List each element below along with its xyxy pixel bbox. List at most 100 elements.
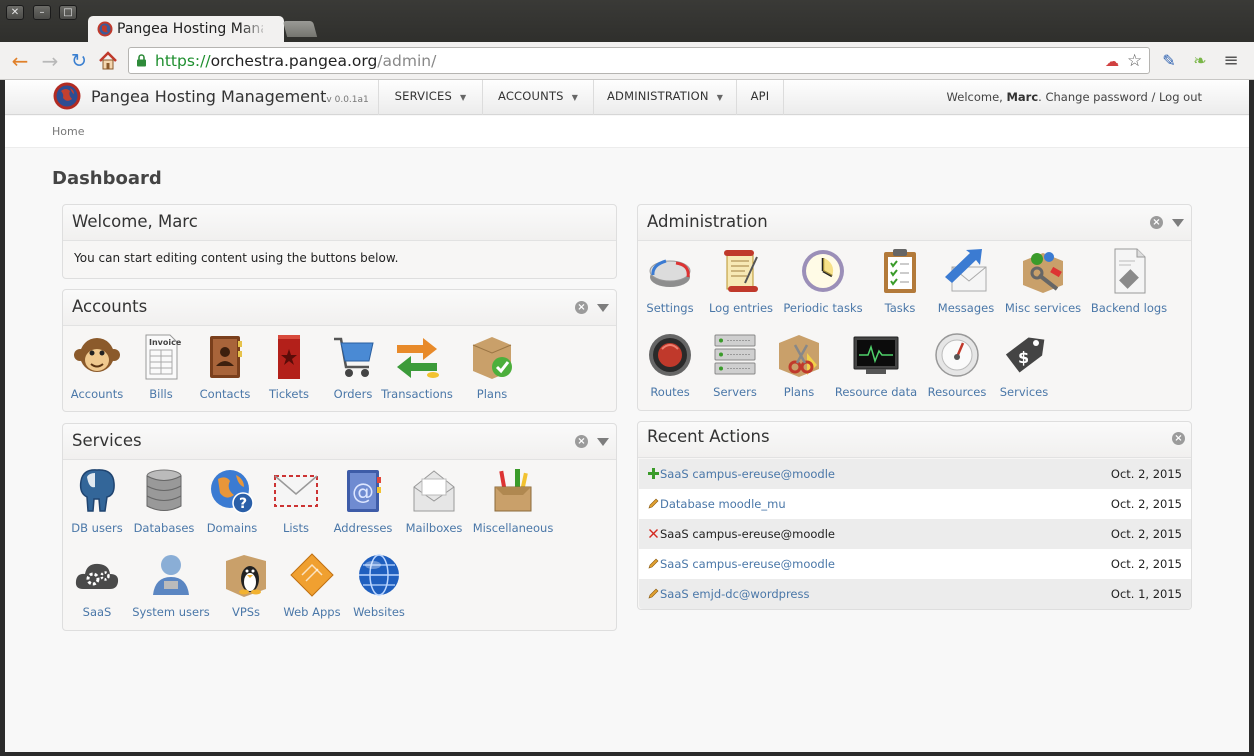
- website-globe-icon: [359, 554, 399, 596]
- browser-toolbar: ← → ↻ https://orchestra.pangea.org/admin…: [0, 42, 1254, 80]
- window-close-button[interactable]: ✕: [6, 5, 24, 20]
- settings-disk-icon: [649, 259, 691, 287]
- recent-action-date: Oct. 2, 2015: [1110, 467, 1182, 481]
- recent-actions-title: Recent Actions: [647, 427, 770, 446]
- url-text: https://orchestra.pangea.org/admin/: [155, 52, 437, 70]
- transactions-icon: [397, 338, 439, 378]
- close-icon[interactable]: ×: [1150, 216, 1163, 229]
- svg-text:$: $: [1018, 348, 1029, 367]
- recent-action-link[interactable]: SaaS campus-ereuse@moodle: [660, 557, 835, 571]
- recent-action-date: Oct. 2, 2015: [1110, 497, 1182, 511]
- welcome-title: Welcome, Marc: [72, 212, 198, 231]
- envelope-icon: [274, 475, 318, 507]
- reload-icon[interactable]: ↻: [68, 50, 90, 72]
- pencil-icon: [648, 498, 659, 509]
- bookmark-star-icon[interactable]: ☆: [1127, 51, 1142, 71]
- breadcrumb-bar: Home: [5, 116, 1249, 148]
- pencil-icon: [648, 588, 659, 599]
- recent-action-link[interactable]: SaaS emjd-dc@wordpress: [660, 587, 810, 601]
- close-icon[interactable]: ×: [1172, 432, 1185, 445]
- back-icon[interactable]: ←: [9, 50, 31, 72]
- recent-action-row: SaaS emjd-dc@wordpress Oct. 1, 2015: [639, 579, 1191, 609]
- user-name: Marc: [1006, 90, 1039, 104]
- user-links: Welcome, Marc. Change password / Log out: [946, 90, 1202, 104]
- misc-services-icon: [1023, 252, 1063, 293]
- extension-icon[interactable]: ☁: [1105, 54, 1119, 70]
- welcome-text: You can start editing content using the …: [74, 251, 399, 265]
- window-maximize-button[interactable]: □: [59, 5, 77, 20]
- close-icon[interactable]: ×: [575, 435, 588, 448]
- address-book-icon: [210, 336, 242, 378]
- accounts-title: Accounts: [72, 297, 148, 316]
- menu-api[interactable]: API: [736, 80, 784, 115]
- tux-box-icon: [226, 555, 266, 597]
- recent-action-link[interactable]: SaaS campus-ereuse@moodle: [660, 467, 835, 481]
- ticket-icon: [278, 335, 300, 379]
- plans-scissors-icon: [779, 335, 819, 377]
- pangea-logo-icon[interactable]: [53, 82, 81, 110]
- recent-action-date: Oct. 2, 2015: [1110, 557, 1182, 571]
- window-minimize-button[interactable]: –: [33, 5, 51, 20]
- address-bar[interactable]: https://orchestra.pangea.org/admin/ ☁ ☆: [128, 47, 1150, 74]
- collapse-icon[interactable]: [1172, 219, 1184, 227]
- welcome-panel: Welcome, Marc You can start editing cont…: [62, 204, 617, 279]
- svg-text:Invoice: Invoice: [149, 338, 182, 347]
- page: Pangea Hosting Managementv 0.0.1a1 SERVI…: [5, 80, 1249, 752]
- change-password-link[interactable]: Change password: [1045, 90, 1147, 104]
- menu-icon[interactable]: ≡: [1220, 50, 1242, 72]
- caret-down-icon: ▼: [571, 93, 579, 102]
- recent-action-date: Oct. 2, 2015: [1110, 527, 1182, 541]
- caret-down-icon: ▼: [460, 93, 467, 102]
- message-arrow-icon: [945, 249, 987, 292]
- app-header: Pangea Hosting Managementv 0.0.1a1 SERVI…: [5, 80, 1249, 115]
- svg-text:@: @: [352, 480, 374, 505]
- database-icon: [146, 469, 182, 511]
- menu-services[interactable]: SERVICES ▼: [378, 80, 482, 115]
- recent-action-row: SaaS campus-ereuse@moodle Oct. 2, 2015: [639, 459, 1191, 489]
- leaf-extension-icon[interactable]: ❧: [1189, 50, 1211, 72]
- logout-link[interactable]: Log out: [1159, 90, 1202, 104]
- browser-titlebar: ✕ – □ Pangea Hosting Mana: [0, 0, 1254, 42]
- recent-action-row: SaaS campus-ereuse@moodle Oct. 2, 2015: [639, 549, 1191, 579]
- collapse-icon[interactable]: [597, 304, 609, 312]
- pen-extension-icon[interactable]: ✎: [1158, 50, 1180, 72]
- accounts-panel: Accounts × Accounts Invoice Bills Contac…: [62, 289, 617, 412]
- servers-icon: [714, 334, 756, 375]
- globe-question-icon: ?: [211, 470, 254, 514]
- breadcrumb-home[interactable]: Home: [52, 125, 84, 138]
- recent-action-row: Database moodle_mu Oct. 2, 2015: [639, 489, 1191, 519]
- clock-icon: [802, 250, 844, 292]
- mailbox-icon: [413, 470, 455, 512]
- invoice-icon: Invoice: [145, 334, 182, 380]
- menu-administration[interactable]: ADMINISTRATION ▼: [593, 80, 736, 115]
- lock-icon: [137, 54, 146, 67]
- new-tab-button[interactable]: [282, 21, 318, 37]
- shopping-cart-icon: [334, 337, 374, 377]
- close-icon[interactable]: ×: [575, 301, 588, 314]
- postgres-elephant-icon: [79, 469, 115, 512]
- at-address-book-icon: @: [347, 470, 381, 512]
- backend-logs-icon: [1114, 248, 1146, 294]
- price-tag-icon: $: [1005, 337, 1045, 373]
- services-title: Services: [72, 431, 142, 450]
- delete-icon: [649, 529, 658, 538]
- browser-tab[interactable]: Pangea Hosting Mana: [88, 16, 284, 42]
- misc-box-icon: [494, 469, 532, 512]
- monkey-icon: [74, 338, 120, 372]
- app-brand[interactable]: Pangea Hosting Managementv 0.0.1a1: [91, 87, 369, 106]
- forward-icon[interactable]: →: [39, 50, 61, 72]
- caret-down-icon: ▼: [716, 93, 724, 102]
- gauge-icon: [935, 333, 979, 377]
- collapse-icon[interactable]: [597, 438, 609, 446]
- pencil-icon: [648, 558, 659, 569]
- monitor-icon: [853, 336, 899, 374]
- home-icon[interactable]: [97, 50, 119, 72]
- menu-accounts[interactable]: ACCOUNTS ▼: [482, 80, 593, 115]
- recent-actions-panel: Recent Actions × SaaS campus-ereuse@mood…: [637, 421, 1192, 610]
- recent-action-date: Oct. 1, 2015: [1110, 587, 1182, 601]
- recent-action-text: SaaS campus-ereuse@moodle: [660, 527, 835, 541]
- routes-icon: [649, 334, 691, 376]
- recent-action-link[interactable]: Database moodle_mu: [660, 497, 786, 511]
- administration-title: Administration: [647, 212, 768, 231]
- clipboard-icon: [884, 249, 916, 293]
